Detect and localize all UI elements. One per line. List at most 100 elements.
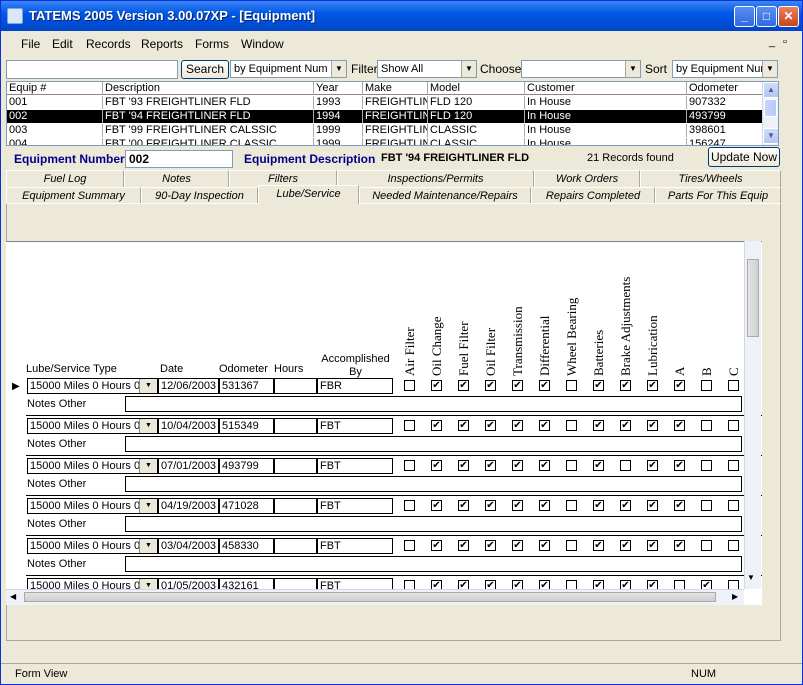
- check-box[interactable]: [404, 420, 415, 431]
- tab-parts-for-equip[interactable]: Parts For This Equip: [655, 187, 781, 204]
- menu-forms[interactable]: Forms: [195, 37, 229, 51]
- check-box[interactable]: ✔: [458, 460, 469, 471]
- check-box[interactable]: ✔: [431, 420, 442, 431]
- menu-file[interactable]: File: [21, 37, 40, 51]
- check-box[interactable]: [566, 500, 577, 511]
- check-box[interactable]: [701, 500, 712, 511]
- check-box[interactable]: ✔: [512, 500, 523, 511]
- check-box[interactable]: [701, 420, 712, 431]
- chevron-down-icon[interactable]: ▼: [625, 61, 640, 77]
- check-box[interactable]: [728, 460, 739, 471]
- check-box[interactable]: ✔: [458, 380, 469, 391]
- list-item[interactable]: 003 FBT '99 FREIGHTLINER CALSSIC 1999 FR…: [7, 124, 764, 137]
- list-scrollbar[interactable]: ▲ ▼: [762, 82, 778, 145]
- lube-type-select[interactable]: 15000 Miles 0 Hours 0 I ▼: [27, 458, 158, 474]
- menu-window[interactable]: Window: [241, 37, 284, 51]
- tab-lube-service[interactable]: Lube/Service: [258, 185, 359, 204]
- scroll-left-icon[interactable]: ◀: [10, 592, 16, 601]
- notes-other-field[interactable]: [125, 396, 742, 412]
- check-box[interactable]: ✔: [647, 460, 658, 471]
- hours-field[interactable]: [274, 458, 317, 474]
- chevron-down-icon[interactable]: ▼: [139, 379, 157, 393]
- search-input[interactable]: [6, 60, 178, 79]
- check-box[interactable]: ✔: [593, 460, 604, 471]
- hours-field[interactable]: [274, 378, 317, 394]
- col-make[interactable]: Make: [363, 82, 428, 95]
- check-box[interactable]: ✔: [674, 380, 685, 391]
- check-box[interactable]: [404, 540, 415, 551]
- grid-vscrollbar[interactable]: ▼: [744, 241, 761, 589]
- lube-type-select[interactable]: 15000 Miles 0 Hours 0 ▼: [27, 378, 158, 394]
- check-box[interactable]: ✔: [647, 380, 658, 391]
- check-box[interactable]: [701, 540, 712, 551]
- date-field[interactable]: 10/04/2003: [158, 418, 219, 434]
- choose-select[interactable]: ▼: [521, 60, 641, 78]
- check-box[interactable]: ✔: [647, 420, 658, 431]
- scroll-thumb[interactable]: [764, 99, 777, 117]
- lube-type-select[interactable]: 15000 Miles 0 Hours 0 I ▼: [27, 538, 158, 554]
- lube-type-select[interactable]: 15000 Miles 0 Hours 0 I ▼: [27, 418, 158, 434]
- date-field[interactable]: 07/01/2003: [158, 458, 219, 474]
- chevron-down-icon[interactable]: ▼: [331, 61, 346, 77]
- list-item[interactable]: 004 FBT '00 FREIGHTLINER CLASSIC 1999 FR…: [7, 138, 764, 145]
- check-box[interactable]: ✔: [431, 500, 442, 511]
- check-box[interactable]: [404, 500, 415, 511]
- check-box[interactable]: [728, 380, 739, 391]
- hours-field[interactable]: [274, 418, 317, 434]
- notes-other-field[interactable]: [125, 436, 742, 452]
- check-box[interactable]: ✔: [647, 500, 658, 511]
- chevron-down-icon[interactable]: ▼: [139, 539, 157, 553]
- accomplished-by-field[interactable]: FBT: [317, 458, 393, 474]
- check-box[interactable]: ✔: [431, 380, 442, 391]
- grid-hscrollbar[interactable]: ◀ ▶: [6, 589, 744, 605]
- check-box[interactable]: ✔: [647, 540, 658, 551]
- tab-notes[interactable]: Notes: [124, 170, 229, 187]
- table-row[interactable]: 15000 Miles 0 Hours 0 I ▼ 10/04/2003 515349…: [6, 418, 762, 458]
- check-box[interactable]: [701, 460, 712, 471]
- date-field[interactable]: 03/04/2003: [158, 538, 219, 554]
- col-odometer[interactable]: Odometer: [687, 82, 764, 95]
- hours-field[interactable]: [274, 538, 317, 554]
- check-box[interactable]: [566, 540, 577, 551]
- chevron-down-icon[interactable]: ▼: [139, 419, 157, 433]
- tab-fuel-log[interactable]: Fuel Log: [6, 170, 124, 187]
- scroll-right-icon[interactable]: ▶: [732, 592, 738, 601]
- check-box[interactable]: ✔: [431, 460, 442, 471]
- accomplished-by-field[interactable]: FBT: [317, 538, 393, 554]
- check-box[interactable]: [404, 380, 415, 391]
- notes-other-field[interactable]: [125, 556, 742, 572]
- list-item-selected[interactable]: 002 FBT '94 FREIGHTLINER FLD 1994 FREIGH…: [7, 110, 764, 123]
- check-box[interactable]: ✔: [620, 420, 631, 431]
- notes-other-field[interactable]: [125, 516, 742, 532]
- table-row[interactable]: 15000 Miles 0 Hours 0 I ▼ 07/01/2003 493799…: [6, 458, 762, 498]
- mdi-restore-icon[interactable]: ▫: [783, 36, 787, 48]
- maximize-button[interactable]: □: [756, 6, 777, 27]
- odometer-field[interactable]: 471028: [219, 498, 274, 514]
- check-box[interactable]: [620, 460, 631, 471]
- col-customer[interactable]: Customer: [525, 82, 687, 95]
- menu-records[interactable]: Records: [86, 37, 131, 51]
- check-box[interactable]: ✔: [512, 460, 523, 471]
- scroll-down-icon[interactable]: ▼: [763, 128, 778, 144]
- minimize-button[interactable]: _: [734, 6, 755, 27]
- check-box[interactable]: [566, 460, 577, 471]
- chevron-down-icon[interactable]: ▼: [139, 499, 157, 513]
- menu-reports[interactable]: Reports: [141, 37, 183, 51]
- check-box[interactable]: ✔: [539, 500, 550, 511]
- check-box[interactable]: [404, 460, 415, 471]
- list-item[interactable]: 001 FBT '93 FREIGHTLINER FLD 1993 FREIGH…: [7, 96, 764, 109]
- check-box[interactable]: [728, 540, 739, 551]
- check-box[interactable]: [728, 500, 739, 511]
- check-box[interactable]: ✔: [458, 500, 469, 511]
- tab-inspections-permits[interactable]: Inspections/Permits: [337, 170, 534, 187]
- check-box[interactable]: ✔: [512, 380, 523, 391]
- col-equip[interactable]: Equip #: [7, 82, 103, 95]
- check-box[interactable]: ✔: [674, 460, 685, 471]
- date-field[interactable]: 04/19/2003: [158, 498, 219, 514]
- check-box[interactable]: ✔: [539, 540, 550, 551]
- odometer-field[interactable]: 515349: [219, 418, 274, 434]
- odometer-field[interactable]: 458330: [219, 538, 274, 554]
- scroll-up-icon[interactable]: ▲: [763, 82, 778, 98]
- check-box[interactable]: ✔: [539, 380, 550, 391]
- filter-select[interactable]: Show All ▼: [377, 60, 477, 78]
